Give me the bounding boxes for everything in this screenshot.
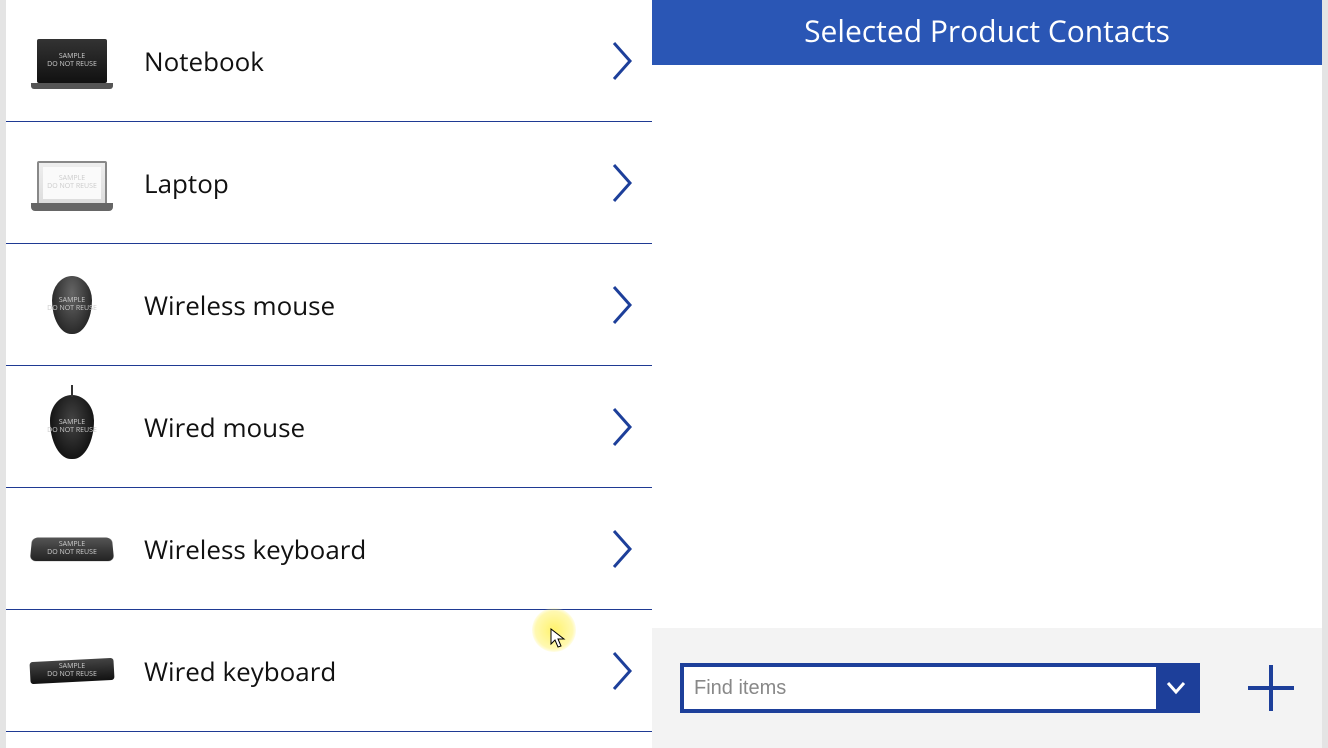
contacts-header: Selected Product Contacts: [652, 0, 1322, 65]
chevron-right-icon: [612, 407, 634, 447]
product-row-wireless-keyboard[interactable]: SAMPLEDO NOT REUSE Wireless keyboard: [6, 488, 652, 610]
product-thumb-notebook: SAMPLEDO NOT REUSE: [28, 26, 116, 96]
product-row-laptop[interactable]: SAMPLEDO NOT REUSE Laptop: [6, 122, 652, 244]
laptop-icon: [37, 161, 107, 205]
chevron-right-icon: [612, 651, 634, 691]
chevron-right-icon: [612, 163, 634, 203]
find-items-combo[interactable]: [680, 663, 1200, 713]
product-list-panel[interactable]: SAMPLEDO NOT REUSE Notebook SAMPLEDO NOT…: [0, 0, 652, 748]
product-thumb-wireless-mouse: SAMPLEDO NOT REUSE: [28, 270, 116, 340]
product-thumb-wireless-keyboard: SAMPLEDO NOT REUSE: [28, 514, 116, 584]
product-label: Wireless keyboard: [144, 531, 612, 567]
product-row-wired-mouse[interactable]: SAMPLEDO NOT REUSE Wired mouse: [6, 366, 652, 488]
chevron-right-icon: [612, 41, 634, 81]
wireless-keyboard-icon: [30, 537, 114, 561]
add-button[interactable]: [1244, 661, 1298, 715]
contacts-footer: [652, 628, 1322, 748]
notebook-icon: [37, 39, 107, 83]
combo-dropdown-button[interactable]: [1156, 667, 1196, 709]
product-thumb-laptop: SAMPLEDO NOT REUSE: [28, 148, 116, 218]
wired-keyboard-icon: [29, 657, 114, 683]
product-label: Laptop: [144, 165, 612, 201]
product-label: Wireless mouse: [144, 287, 612, 323]
contacts-panel: Selected Product Contacts: [652, 0, 1328, 748]
contacts-body: [652, 65, 1322, 628]
product-thumb-wired-mouse: SAMPLEDO NOT REUSE: [28, 392, 116, 462]
wireless-mouse-icon: [52, 276, 92, 334]
product-label: Wired mouse: [144, 409, 612, 445]
chevron-right-icon: [612, 285, 634, 325]
plus-icon: [1244, 661, 1298, 715]
product-label: Wired keyboard: [144, 653, 612, 689]
product-thumb-wired-keyboard: SAMPLEDO NOT REUSE: [28, 636, 116, 706]
product-label: Notebook: [144, 43, 612, 79]
wired-mouse-icon: [50, 395, 94, 459]
product-row-notebook[interactable]: SAMPLEDO NOT REUSE Notebook: [6, 0, 652, 122]
product-row-wireless-mouse[interactable]: SAMPLEDO NOT REUSE Wireless mouse: [6, 244, 652, 366]
chevron-right-icon: [612, 529, 634, 569]
find-items-input[interactable]: [684, 667, 1156, 709]
product-row-wired-keyboard[interactable]: SAMPLEDO NOT REUSE Wired keyboard: [6, 610, 652, 732]
chevron-down-icon: [1166, 681, 1186, 695]
